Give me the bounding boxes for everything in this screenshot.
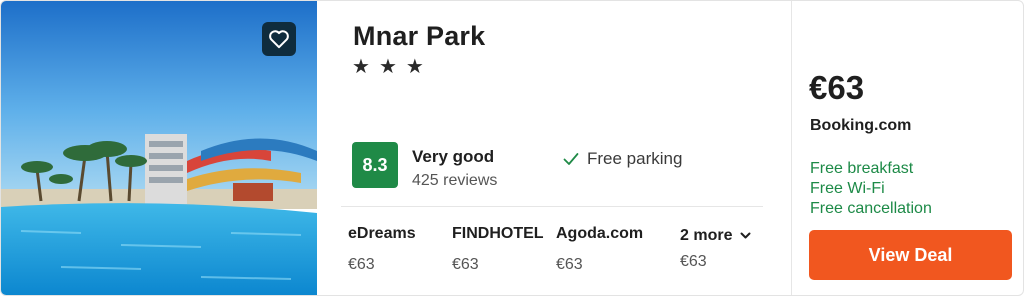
rating-label: Very good: [412, 147, 495, 166]
deal-perks: Free breakfast Free Wi-Fi Free cancellat…: [810, 159, 932, 219]
deal-provider: Booking.com: [810, 117, 912, 134]
provider-offer-agoda[interactable]: Agoda.com €63: [556, 225, 643, 274]
provider-name: FINDHOTEL: [452, 225, 544, 242]
perk-item: Free cancellation: [810, 200, 932, 217]
provider-price: €63: [556, 256, 583, 273]
view-deal-button[interactable]: View Deal: [809, 230, 1012, 280]
provider-name: eDreams: [348, 225, 416, 242]
star-icon: ★: [352, 56, 370, 78]
hotel-photo[interactable]: [1, 1, 317, 295]
star-icon: ★: [378, 56, 397, 78]
divider: [341, 206, 763, 207]
provider-offer-edreams[interactable]: eDreams €63: [348, 225, 416, 274]
hotel-result-card: Mnar Park ★ ★ ★ 8.3 Very good 425 review…: [0, 0, 1024, 296]
star-icon: ★: [405, 56, 424, 78]
provider-price: €63: [348, 256, 375, 273]
deal-price: €63: [809, 69, 865, 106]
amenity-label: Free parking: [587, 149, 683, 168]
check-icon: [563, 153, 579, 165]
column-divider: [791, 1, 792, 295]
more-providers-label: 2 more: [680, 227, 733, 244]
provider-offer-findhotel[interactable]: FINDHOTEL €63: [452, 225, 544, 274]
perk-item: Free Wi-Fi: [810, 180, 885, 197]
review-count[interactable]: 425 reviews: [412, 172, 497, 190]
rating-score-badge: 8.3: [352, 142, 398, 188]
heart-icon: [269, 30, 289, 49]
provider-price: €63: [452, 256, 479, 273]
chevron-down-icon: [740, 232, 751, 239]
star-rating: ★ ★ ★: [352, 57, 424, 77]
amenity-item: Free parking: [563, 149, 682, 169]
provider-name: Agoda.com: [556, 225, 644, 242]
more-providers-button[interactable]: 2 more: [680, 227, 751, 245]
hotel-name[interactable]: Mnar Park: [353, 21, 485, 52]
perk-item: Free breakfast: [810, 160, 914, 177]
favorite-button[interactable]: [262, 22, 296, 56]
more-providers-price: €63: [680, 253, 707, 270]
